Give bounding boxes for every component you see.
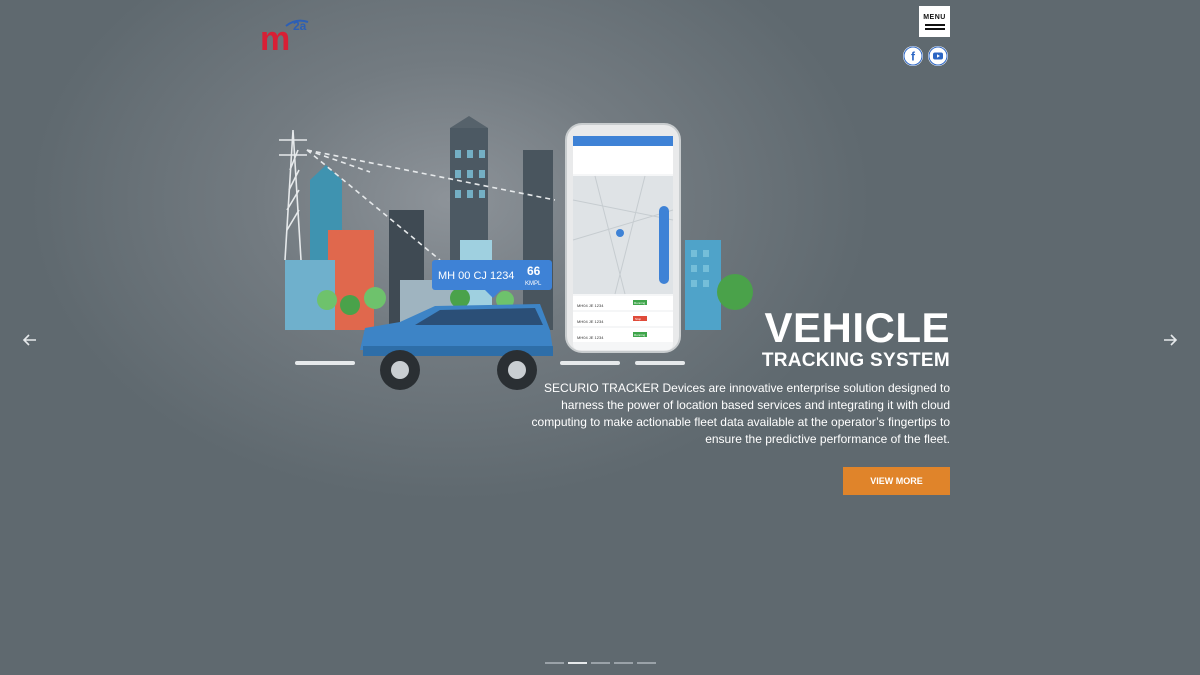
slide-subtitle: TRACKING SYSTEM <box>761 350 950 371</box>
menu-label: MENU <box>923 14 946 21</box>
phone-row-id: MH04 JE 1234 <box>577 303 604 308</box>
plate-number: MH 00 CJ 1234 <box>438 270 514 282</box>
site-logo[interactable]: m 2a <box>258 16 320 58</box>
vehicle-tracking-illustration: MH 00 CJ 1234 66 KMPL MH04 JE 1234 MH04 … <box>255 110 765 400</box>
phone-row-tag: Running <box>634 301 646 305</box>
mileage-unit: KMPL <box>525 281 542 287</box>
carousel-dot[interactable] <box>614 662 633 664</box>
previous-slide-arrow-icon[interactable] <box>20 330 40 350</box>
menu-button[interactable]: MENU <box>919 6 950 37</box>
next-slide-arrow-icon[interactable] <box>1160 330 1180 350</box>
youtube-icon[interactable] <box>928 46 948 66</box>
carousel-dot-active[interactable] <box>568 662 587 664</box>
carousel-dot[interactable] <box>591 662 610 664</box>
facebook-icon[interactable]: f <box>903 46 923 66</box>
mileage-value: 66 <box>527 264 541 278</box>
carousel-indicators <box>545 662 656 664</box>
phone-row-id: MH04 JE 1234 <box>577 335 604 340</box>
carousel-dot[interactable] <box>545 662 564 664</box>
carousel-dot[interactable] <box>637 662 656 664</box>
view-more-button[interactable]: VIEW MORE <box>843 467 950 495</box>
slide-description: SECURIO TRACKER Devices are innovative e… <box>531 381 950 446</box>
hamburger-icon-bar <box>924 28 945 30</box>
phone-row-id: MH04 JE 1234 <box>577 319 604 324</box>
phone-row-tag: Running <box>634 333 646 337</box>
phone-row-tag: Stop <box>635 317 642 321</box>
hamburger-icon <box>924 24 945 26</box>
slide-title: VEHICLE <box>764 304 950 351</box>
